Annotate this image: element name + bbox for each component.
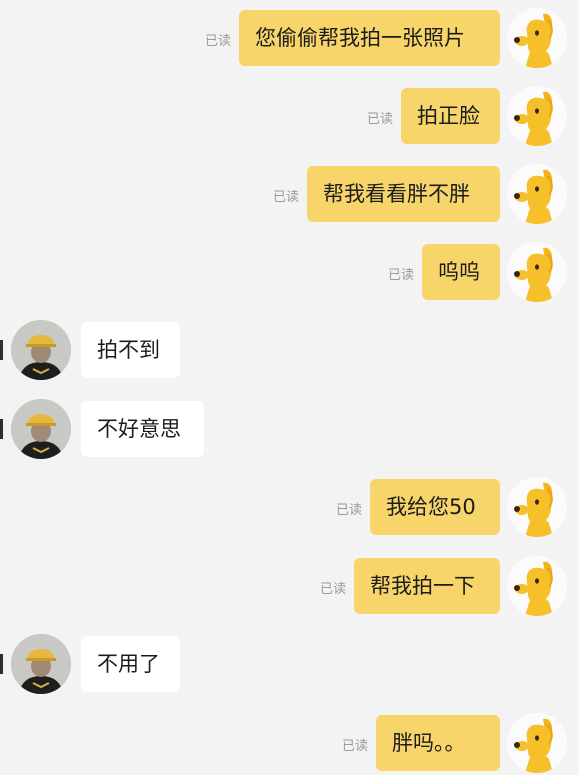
sent-message-bubble[interactable]: 胖吗。。	[376, 715, 500, 771]
sent-message-bubble[interactable]: 呜呜	[422, 244, 500, 300]
my-avatar-dog-icon[interactable]	[507, 164, 567, 224]
my-avatar-dog-icon[interactable]	[507, 556, 567, 616]
message-row: 帮我拍一下 已读	[0, 554, 579, 618]
selection-edge-marker	[0, 654, 3, 674]
message-row: 拍正脸 已读	[0, 84, 579, 148]
selection-edge-marker	[0, 419, 3, 439]
my-avatar-dog-icon[interactable]	[507, 477, 567, 537]
selection-edge-marker	[0, 340, 3, 360]
read-receipt-label: 已读	[366, 112, 393, 127]
sent-message-bubble[interactable]: 拍正脸	[401, 88, 500, 144]
sent-message-bubble[interactable]: 您偷偷帮我拍一张照片	[239, 10, 500, 66]
received-message-bubble[interactable]: 拍不到	[81, 322, 180, 378]
read-receipt-label: 已读	[335, 503, 362, 518]
message-row: 不用了	[0, 632, 579, 696]
received-message-bubble[interactable]: 不好意思	[81, 401, 204, 457]
contact-avatar-icon[interactable]	[11, 320, 71, 380]
sent-message-bubble[interactable]: 帮我看看胖不胖	[307, 166, 500, 222]
my-avatar-dog-icon[interactable]	[507, 242, 567, 302]
contact-avatar-icon[interactable]	[11, 399, 71, 459]
message-row: 我给您50 已读	[0, 475, 579, 539]
received-message-bubble[interactable]: 不用了	[81, 636, 180, 692]
message-row: 胖吗。。 已读	[0, 711, 579, 775]
sent-message-bubble[interactable]: 帮我拍一下	[354, 558, 500, 614]
read-receipt-label: 已读	[319, 582, 346, 597]
message-row: 拍不到	[0, 318, 579, 382]
read-receipt-label: 已读	[341, 739, 368, 754]
sent-message-bubble[interactable]: 我给您50	[370, 479, 500, 535]
read-receipt-label: 已读	[272, 190, 299, 205]
my-avatar-dog-icon[interactable]	[507, 86, 567, 146]
my-avatar-dog-icon[interactable]	[507, 8, 567, 68]
my-avatar-dog-icon[interactable]	[507, 713, 567, 773]
message-row: 您偷偷帮我拍一张照片 已读	[0, 6, 579, 70]
message-row: 呜呜 已读	[0, 240, 579, 304]
contact-avatar-icon[interactable]	[11, 634, 71, 694]
message-row: 帮我看看胖不胖 已读	[0, 162, 579, 226]
read-receipt-label: 已读	[387, 268, 414, 283]
message-row: 不好意思	[0, 397, 579, 461]
read-receipt-label: 已读	[204, 34, 231, 49]
